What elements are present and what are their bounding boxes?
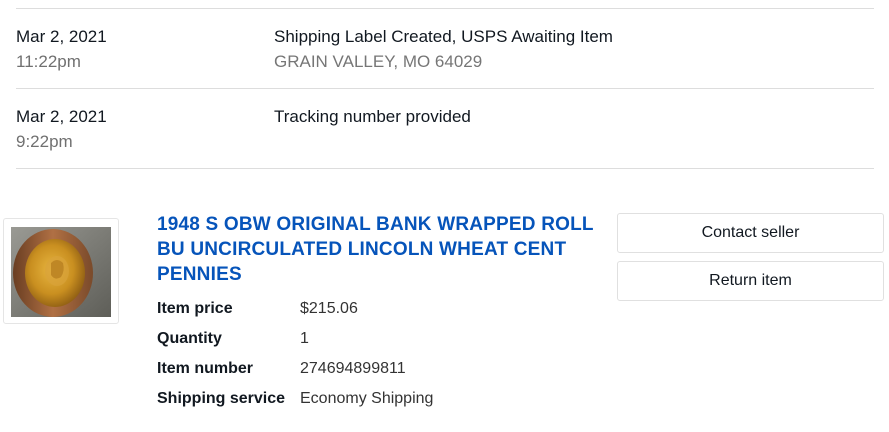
event-location: GRAIN VALLEY, MO 64029 [274,52,483,71]
contact-seller-button[interactable]: Contact seller [617,213,884,253]
event-date: Mar 2, 2021 [16,27,107,46]
shipping-service-value: Economy Shipping [300,390,434,407]
item-title[interactable]: 1948 S OBW ORIGINAL BANK WRAPPED ROLL BU… [157,212,597,287]
coin-roll-photo-icon [11,227,111,317]
item-number-label: Item number [157,360,254,377]
item-number-value: 274694899811 [300,360,406,377]
event-time: 9:22pm [16,132,73,151]
shipping-service-label: Shipping service [157,390,286,407]
event-time: 11:22pm [16,52,81,71]
event-title: Tracking number provided [274,107,471,126]
quantity-label: Quantity [157,330,222,347]
item-thumbnail[interactable] [3,218,119,324]
quantity-value: 1 [300,330,309,347]
divider [16,88,874,89]
item-price-value: $215.06 [300,300,358,317]
return-item-button[interactable]: Return item [617,261,884,301]
event-title: Shipping Label Created, USPS Awaiting It… [274,27,613,46]
item-price-label: Item price [157,300,233,317]
event-date: Mar 2, 2021 [16,107,107,126]
divider-top [16,8,874,9]
divider [16,168,874,169]
